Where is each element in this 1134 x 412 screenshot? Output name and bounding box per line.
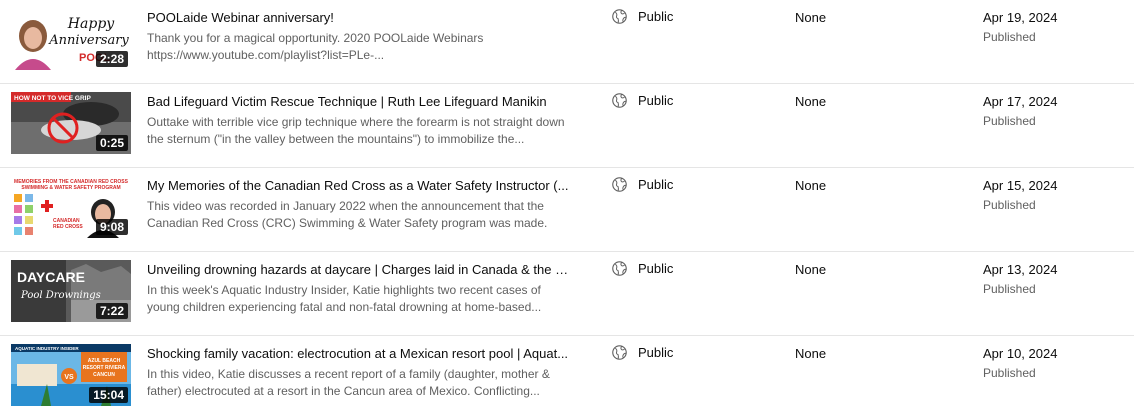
visibility-cell[interactable]: Public — [611, 260, 673, 277]
date-label: Apr 13, 2024 — [983, 262, 1058, 277]
video-title[interactable]: Unveiling drowning hazards at daycare | … — [147, 262, 572, 278]
video-title[interactable]: My Memories of the Canadian Red Cross as… — [147, 178, 572, 194]
thumb-title-text-2: SWIMMING & WATER SAFETY PROGRAM — [21, 185, 120, 191]
status-label: Published — [983, 282, 1036, 296]
visibility-label: Public — [638, 261, 674, 276]
date-label: Apr 10, 2024 — [983, 346, 1058, 361]
video-title[interactable]: Bad Lifeguard Victim Rescue Technique | … — [147, 94, 572, 110]
video-title[interactable]: Shocking family vacation: electrocution … — [147, 346, 572, 362]
restrictions-label: None — [795, 346, 827, 361]
globe-icon — [612, 177, 627, 192]
video-description: Thank you for a magical opportunity. 202… — [147, 31, 484, 62]
duration-badge: 0:25 — [95, 135, 128, 151]
thumb-subtitle-text: AZUL BEACH — [88, 358, 121, 364]
date-label: Apr 15, 2024 — [983, 178, 1058, 193]
visibility-label: Public — [638, 93, 674, 108]
restrictions-label: None — [795, 178, 827, 193]
duration-badge: 7:22 — [95, 303, 128, 319]
visibility-cell[interactable]: Public — [611, 8, 673, 25]
thumb-title-text: HOW NOT TO VICE GRIP — [14, 95, 91, 102]
duration-badge: 15:04 — [89, 387, 128, 403]
video-description: Outtake with terrible vice grip techniqu… — [147, 115, 565, 146]
thumb-subtitle-text-2: RESORT RIVIERA — [83, 365, 126, 371]
status-label: Published — [983, 114, 1036, 128]
thumb-title-text: AQUATIC INDUSTRY INSIDER — [15, 346, 79, 351]
video-row[interactable]: HOW NOT TO VICE GRIP 0:25 Bad Lifeguard … — [0, 84, 1134, 168]
video-thumbnail[interactable]: MEMORIES FROM THE CANADIAN RED CROSS SWI… — [11, 176, 131, 238]
visibility-label: Public — [638, 345, 674, 360]
globe-icon — [612, 9, 627, 24]
status-label: Published — [983, 366, 1036, 380]
duration-badge: 2:28 — [95, 51, 128, 67]
duration-badge: 9:08 — [95, 219, 128, 235]
globe-icon — [612, 93, 627, 108]
visibility-cell[interactable]: Public — [611, 176, 673, 193]
video-row[interactable]: Happy Anniversary POOL 2:28 POOLaide Web… — [0, 0, 1134, 84]
date-label: Apr 17, 2024 — [983, 94, 1058, 109]
video-title[interactable]: POOLaide Webinar anniversary! — [147, 10, 572, 26]
thumb-subtitle-text-2: RED CROSS — [53, 224, 83, 230]
restrictions-label: None — [795, 94, 827, 109]
video-row[interactable]: AQUATIC INDUSTRY INSIDER AZUL BEACH RESO… — [0, 336, 1134, 412]
video-thumbnail[interactable]: Happy Anniversary POOL 2:28 — [11, 8, 131, 70]
thumb-title-text: DAYCARE — [17, 269, 85, 285]
thumb-subtitle-text: Anniversary — [48, 33, 129, 48]
visibility-label: Public — [638, 177, 674, 192]
video-list: Happy Anniversary POOL 2:28 POOLaide Web… — [0, 0, 1134, 412]
video-description: In this video, Katie discusses a recent … — [147, 367, 550, 398]
visibility-label: Public — [638, 9, 674, 24]
globe-icon — [612, 261, 627, 276]
restrictions-label: None — [795, 262, 827, 277]
thumb-vs-text: VS — [64, 374, 74, 381]
video-thumbnail[interactable]: HOW NOT TO VICE GRIP 0:25 — [11, 92, 131, 154]
visibility-cell[interactable]: Public — [611, 92, 673, 109]
video-row[interactable]: MEMORIES FROM THE CANADIAN RED CROSS SWI… — [0, 168, 1134, 252]
thumb-title-text: Happy — [67, 16, 115, 32]
globe-icon — [612, 345, 627, 360]
video-thumbnail[interactable]: DAYCARE Pool Drownings 7:22 — [11, 260, 131, 322]
status-label: Published — [983, 30, 1036, 44]
video-description: This video was recorded in January 2022 … — [147, 199, 548, 230]
video-description: In this week's Aquatic Industry Insider,… — [147, 283, 542, 314]
visibility-cell[interactable]: Public — [611, 344, 673, 361]
date-label: Apr 19, 2024 — [983, 10, 1058, 25]
thumb-subtitle-text-3: CANCUN — [93, 372, 115, 378]
restrictions-label: None — [795, 10, 827, 25]
video-thumbnail[interactable]: AQUATIC INDUSTRY INSIDER AZUL BEACH RESO… — [11, 344, 131, 406]
video-row[interactable]: DAYCARE Pool Drownings 7:22 Unveiling dr… — [0, 252, 1134, 336]
thumb-subtitle-text: Pool Drownings — [20, 290, 101, 301]
status-label: Published — [983, 198, 1036, 212]
